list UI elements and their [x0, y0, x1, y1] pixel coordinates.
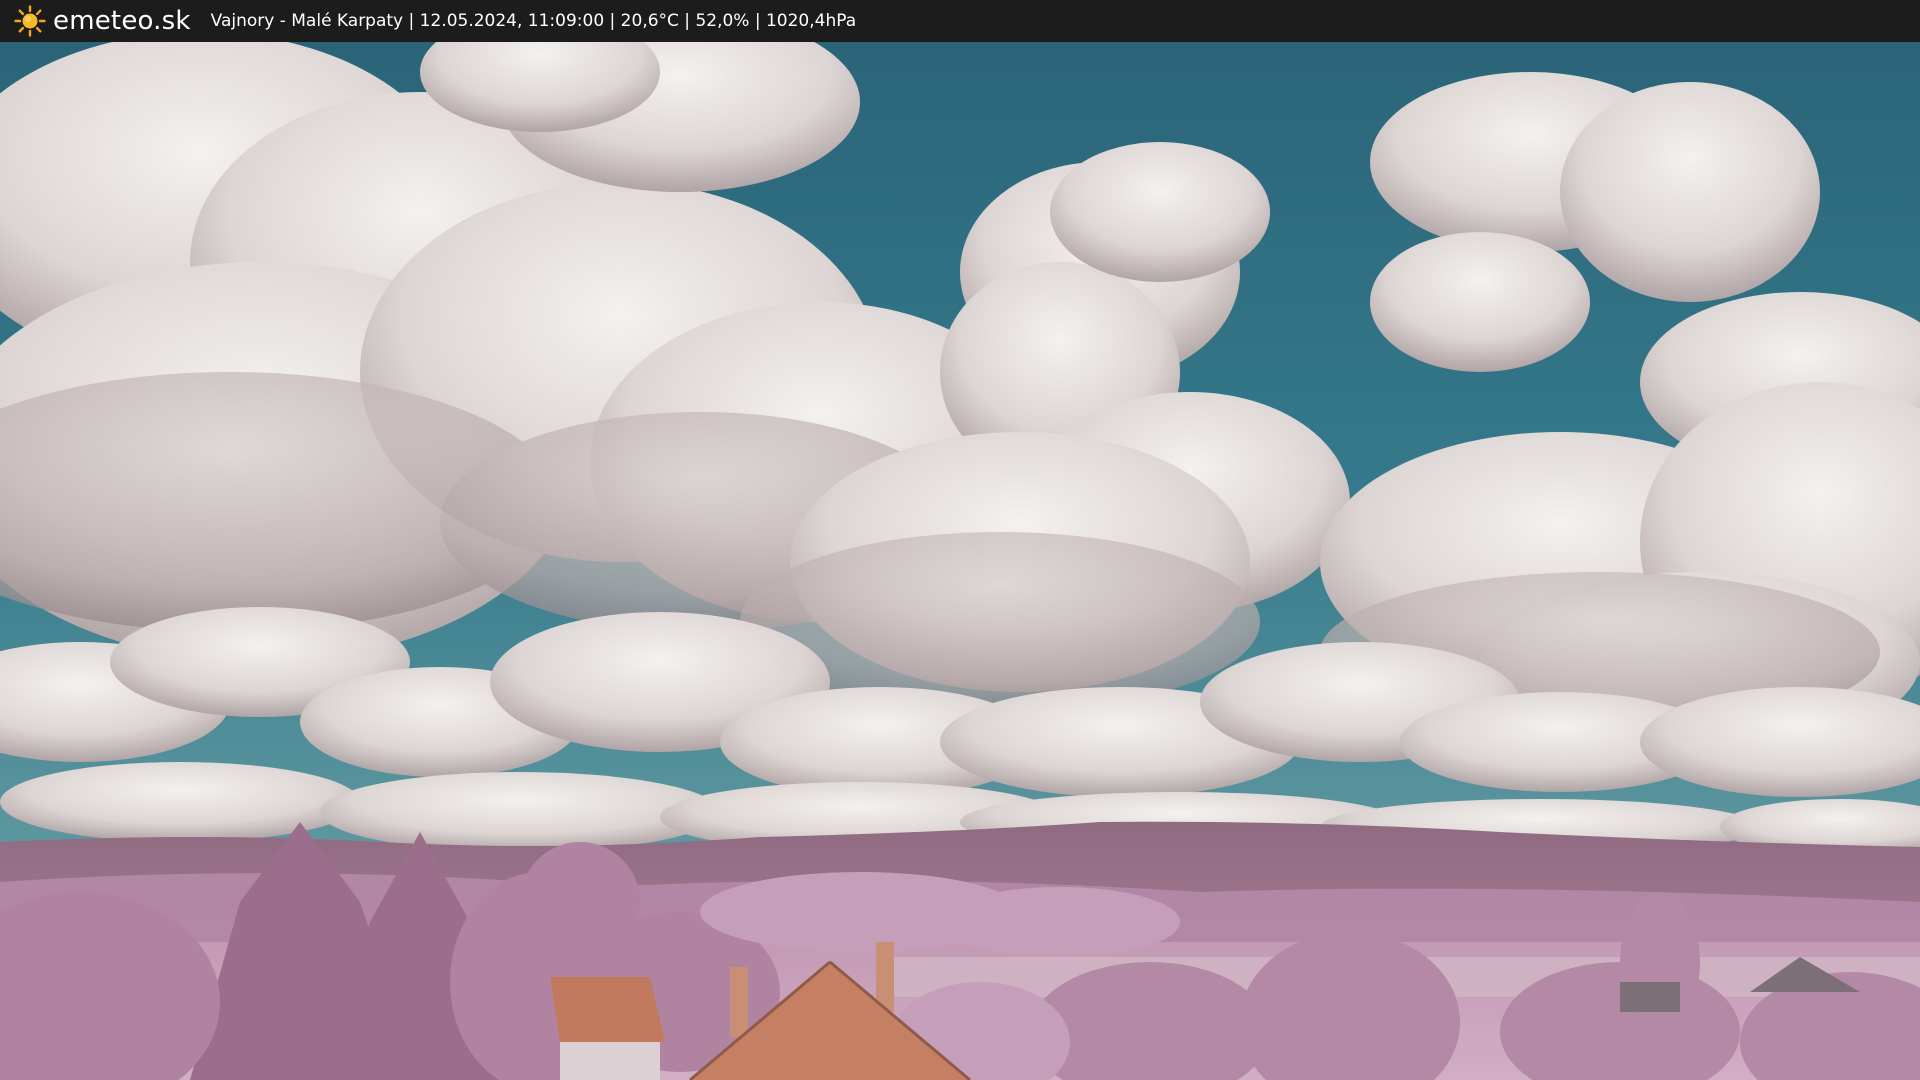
station-caption: Vajnory - Malé Karpaty | 12.05.2024, 11:… [210, 11, 857, 31]
brand-logo[interactable]: emeteo.sk [14, 0, 191, 42]
webcam-frame: emeteo.sk Vajnory - Malé Karpaty | 12.05… [0, 0, 1920, 1080]
sun-icon [14, 5, 46, 37]
brand-name: emeteo.sk [53, 6, 191, 36]
webcam-image [0, 42, 1920, 1080]
caption-bar: emeteo.sk Vajnory - Malé Karpaty | 12.05… [0, 0, 1920, 42]
